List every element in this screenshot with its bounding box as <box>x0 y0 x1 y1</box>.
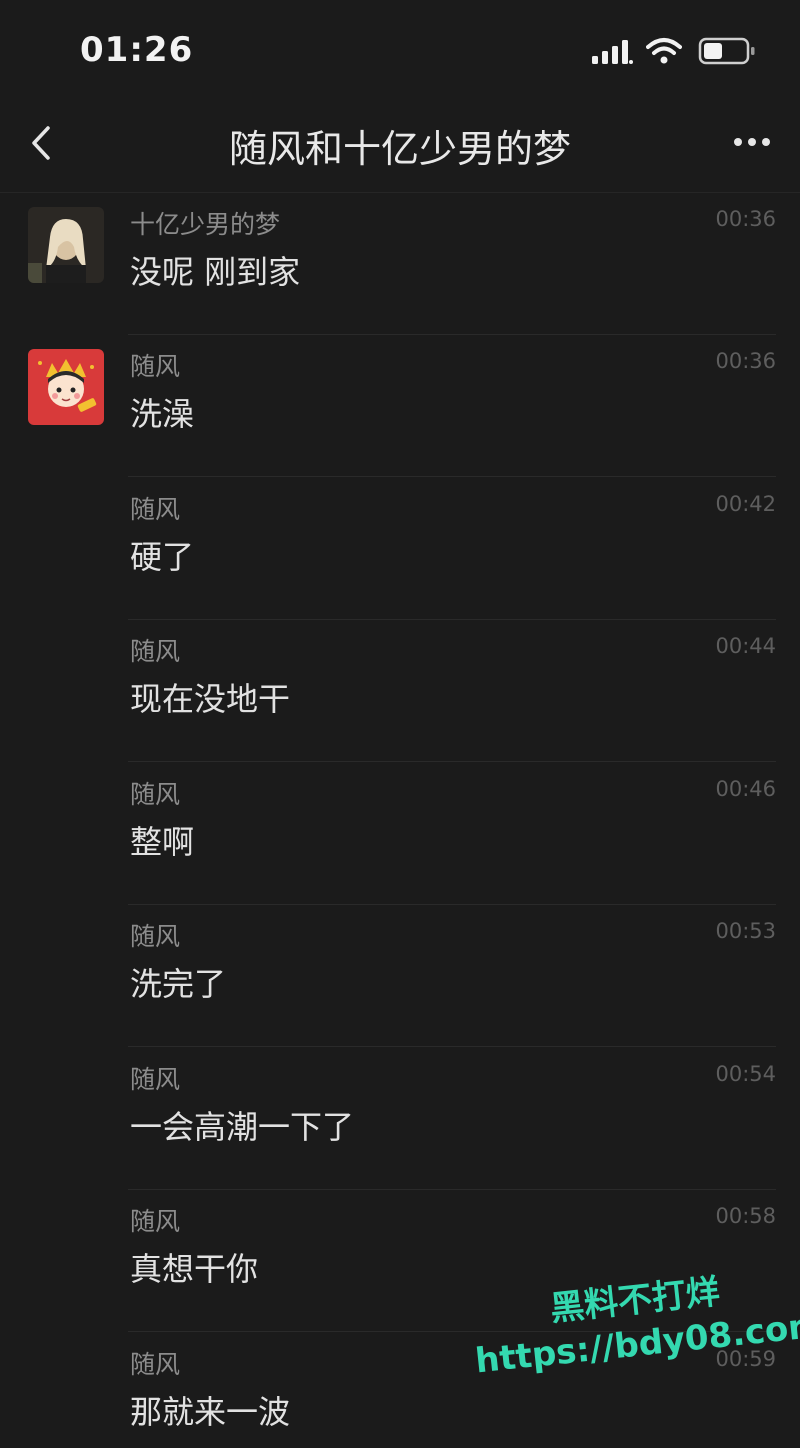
message-time: 00:36 <box>715 349 776 373</box>
message-text: 洗完了 <box>130 965 227 1003</box>
message-text: 现在没地干 <box>130 680 291 718</box>
sender-name: 随风 <box>130 495 181 524</box>
status-time: 01:26 <box>80 30 194 70</box>
status-bar: 01:26 <box>0 0 800 100</box>
message-item[interactable]: 随风 00:36 洗澡 <box>0 335 800 477</box>
message-time: 00:54 <box>715 1062 776 1086</box>
message-item[interactable]: 十亿少男的梦 00:36 没呢 刚到家 <box>0 193 800 335</box>
sender-name: 随风 <box>130 780 181 809</box>
message-item[interactable]: 随风 00:54 一会高潮一下了 <box>0 1048 800 1190</box>
sender-name: 十亿少男的梦 <box>130 210 281 239</box>
message-time: 00:46 <box>715 777 776 801</box>
message-time: 00:42 <box>715 492 776 516</box>
sender-name: 随风 <box>130 1207 181 1236</box>
divider <box>128 761 776 762</box>
avatar-cartoon[interactable] <box>28 349 104 425</box>
message-text: 硬了 <box>130 538 195 576</box>
signal-icon <box>592 40 633 64</box>
message-text: 没呢 刚到家 <box>130 253 301 291</box>
message-item[interactable]: 随风 00:42 硬了 <box>0 478 800 620</box>
message-item[interactable]: 随风 00:44 现在没地干 <box>0 620 800 762</box>
sender-name: 随风 <box>130 637 181 666</box>
message-time: 00:44 <box>715 634 776 658</box>
message-item[interactable]: 随风 00:53 洗完了 <box>0 905 800 1047</box>
sender-name: 随风 <box>130 1065 181 1094</box>
divider <box>128 476 776 477</box>
chat-title: 随风和十亿少男的梦 <box>228 127 571 171</box>
message-list: 十亿少男的梦 00:36 没呢 刚到家 随风 00:36 洗澡 随风 00:42… <box>0 193 800 1448</box>
message-time: 00:36 <box>715 207 776 231</box>
back-button[interactable] <box>22 120 62 166</box>
battery-icon <box>698 37 755 65</box>
message-item[interactable]: 随风 00:46 整啊 <box>0 763 800 905</box>
message-text: 那就来一波 <box>130 1393 291 1431</box>
message-text: 一会高潮一下了 <box>130 1108 355 1146</box>
message-text: 真想干你 <box>130 1250 259 1288</box>
sender-name: 随风 <box>130 922 181 951</box>
sender-name: 随风 <box>130 352 181 381</box>
message-text: 整啊 <box>130 823 195 861</box>
divider <box>128 1046 776 1047</box>
avatar-photo[interactable] <box>28 207 104 283</box>
message-text: 洗澡 <box>130 395 195 433</box>
message-time: 00:58 <box>715 1204 776 1228</box>
chat-screen: 01:26 随风和十亿少男的梦 十亿少男的梦 00:36 没呢 刚到家 随风 0… <box>0 0 800 1448</box>
wifi-icon <box>646 38 682 64</box>
more-options-button[interactable] <box>724 122 780 162</box>
chat-header: 随风和十亿少男的梦 <box>0 100 800 193</box>
sender-name: 随风 <box>130 1350 181 1379</box>
message-time: 00:53 <box>715 919 776 943</box>
